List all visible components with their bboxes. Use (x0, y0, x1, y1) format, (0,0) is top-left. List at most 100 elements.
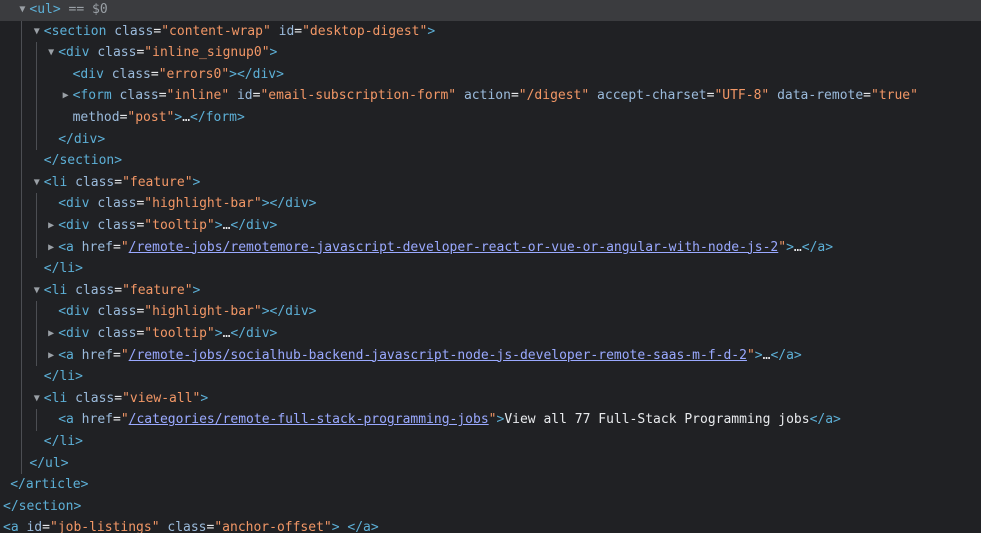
dom-node-markup: </li> (44, 366, 83, 388)
attribute-value: "content-wrap" (161, 23, 271, 39)
dom-node-markup: </div> (58, 129, 105, 151)
expand-triangle-icon[interactable]: ▶ (45, 323, 57, 345)
dom-node-row[interactable]: <div class="errors0"></div> (0, 64, 981, 86)
attribute-value: "email-subscription-form" (260, 88, 457, 104)
dom-node-row[interactable]: ▼ <li class="feature"> (0, 280, 981, 302)
dom-node-row[interactable]: ▼ <div class="inline_signup0"> (0, 42, 981, 64)
dom-node-row[interactable]: </article> (0, 474, 981, 496)
dom-node-row[interactable]: ▶ <a href="/remote-jobs/socialhub-backend… (0, 345, 981, 367)
equals-sign: = (114, 174, 123, 190)
dom-node-row[interactable]: </li> (0, 258, 981, 280)
attribute-value: " (120, 347, 129, 363)
dom-node-row[interactable]: ▶ <div class="tooltip">…</div> (0, 323, 981, 345)
collapse-triangle-icon[interactable]: ▼ (16, 0, 28, 21)
dom-node-markup: </ul> (29, 453, 68, 475)
collapse-triangle-icon[interactable]: ▼ (31, 21, 43, 43)
equals-sign: = (114, 390, 123, 406)
dom-node-row[interactable]: ▼ <li class="view-all"> (0, 388, 981, 410)
tag-token: > (214, 326, 223, 341)
dom-node-row-selected[interactable]: ▼ <ul> == $0 (0, 0, 981, 21)
attribute-value: " (120, 239, 129, 255)
attribute-value: "errors0" (158, 66, 230, 82)
expand-triangle-icon[interactable]: ▶ (45, 215, 57, 237)
dom-node-row[interactable]: method="post">…</form> (0, 107, 981, 129)
selected-node-marker: == $0 (60, 2, 108, 17)
dom-node-row[interactable]: <a id="job-listings" class="anchor-offse… (0, 517, 981, 533)
tag-token: </li> (43, 261, 83, 277)
dom-node-row[interactable]: ▶ <a href="/remote-jobs/remotemore-javasc… (0, 237, 981, 259)
attribute-value: "inline_signup0" (144, 45, 270, 61)
equals-sign: = (158, 88, 167, 104)
equals-sign: = (294, 23, 303, 39)
tag-token: > (331, 520, 340, 533)
href-link[interactable]: /remote-jobs/socialhub-backend-javascrip… (129, 348, 747, 363)
expand-triangle-icon[interactable]: ▶ (60, 85, 72, 107)
dom-node-row[interactable]: </section> (0, 150, 981, 172)
dom-node-row[interactable]: ▼ <li class="feature"> (0, 172, 981, 194)
tag-token: <div (58, 45, 90, 61)
dom-node-markup: <a href="/remote-jobs/socialhub-backend-… (58, 345, 802, 367)
equals-sign: = (150, 66, 159, 82)
dom-node-markup: <li class="feature"> (44, 280, 201, 302)
dom-node-row[interactable]: </section> (0, 496, 981, 518)
dom-node-row[interactable]: ▶ <form class="inline" id="email-subscrip… (0, 85, 981, 107)
dom-node-row[interactable]: <div class="highlight-bar"></div> (0, 193, 981, 215)
tag-token: > (786, 239, 794, 255)
tag-token: <div (58, 218, 90, 233)
attribute-name: method (72, 110, 120, 125)
dom-node-markup: </article> (10, 474, 88, 496)
attribute-value: "post" (127, 110, 175, 125)
expand-triangle-icon[interactable]: ▶ (45, 237, 57, 259)
tag-token: <li (43, 282, 68, 298)
tag-token: </div> (230, 218, 278, 233)
tag-token: <a (58, 239, 74, 255)
equals-sign: = (112, 412, 121, 428)
tag-token: > (192, 282, 201, 298)
href-link[interactable]: /remote-jobs/remotemore-javascript-devel… (129, 240, 779, 255)
collapse-triangle-icon[interactable]: ▼ (31, 172, 43, 194)
dom-node-row[interactable]: </li> (0, 431, 981, 453)
expand-triangle-icon[interactable]: ▶ (45, 345, 57, 367)
attribute-value: " (746, 347, 755, 363)
tag-token: ></div> (261, 304, 317, 320)
dom-node-markup: </li> (44, 258, 83, 280)
tag-token: </ul> (29, 455, 69, 471)
attribute-name: class (67, 390, 115, 406)
attribute-value: "feature" (122, 174, 193, 190)
attribute-value: " (778, 239, 787, 255)
dom-node-markup: <form class="inline" id="email-subscript… (73, 85, 918, 107)
collapse-triangle-icon[interactable]: ▼ (31, 280, 43, 302)
dom-node-row[interactable]: </li> (0, 366, 981, 388)
attribute-name: class (89, 326, 137, 341)
attribute-name: href (73, 347, 113, 363)
tag-token: </a> (801, 239, 834, 255)
dom-node-markup: </li> (44, 431, 83, 453)
dom-node-row[interactable]: <a href="/categories/remote-full-stack-p… (0, 409, 981, 431)
attribute-name: class (67, 174, 115, 190)
elements-dom-tree[interactable]: ▼ <ul> == $0 ▼ <section class="content-wrap… (0, 0, 981, 533)
tag-token: <section (43, 23, 107, 39)
tag-token: <div (58, 304, 90, 320)
dom-node-row[interactable]: ▶ <div class="tooltip">…</div> (0, 215, 981, 237)
collapse-triangle-icon[interactable]: ▼ (31, 388, 43, 410)
dom-node-markup: <div class="tooltip">…</div> (58, 323, 277, 345)
tag-token: </a> (809, 412, 841, 428)
tag-token: </li> (43, 369, 83, 385)
tag-token: </div> (58, 131, 106, 147)
dom-node-markup: </section> (3, 496, 81, 518)
dom-node-row[interactable]: </div> (0, 129, 981, 151)
tag-token: </div> (230, 326, 278, 341)
attribute-value: "desktop-digest" (302, 23, 428, 39)
attribute-value: "tooltip" (144, 326, 215, 341)
dom-node-row[interactable]: <div class="highlight-bar"></div> (0, 301, 981, 323)
attribute-name: href (73, 412, 113, 428)
collapse-triangle-icon[interactable]: ▼ (45, 42, 57, 64)
href-link[interactable]: /categories/remote-full-stack-programmin… (129, 412, 489, 427)
attribute-value: "feature" (122, 282, 193, 298)
dom-node-row[interactable]: ▼ <section class="content-wrap" id="deskt… (0, 21, 981, 43)
attribute-value: " (488, 412, 497, 428)
indent-guide (36, 193, 37, 259)
indent-guide (36, 409, 37, 431)
tag-token: > (427, 23, 436, 39)
dom-node-row[interactable]: </ul> (0, 453, 981, 475)
